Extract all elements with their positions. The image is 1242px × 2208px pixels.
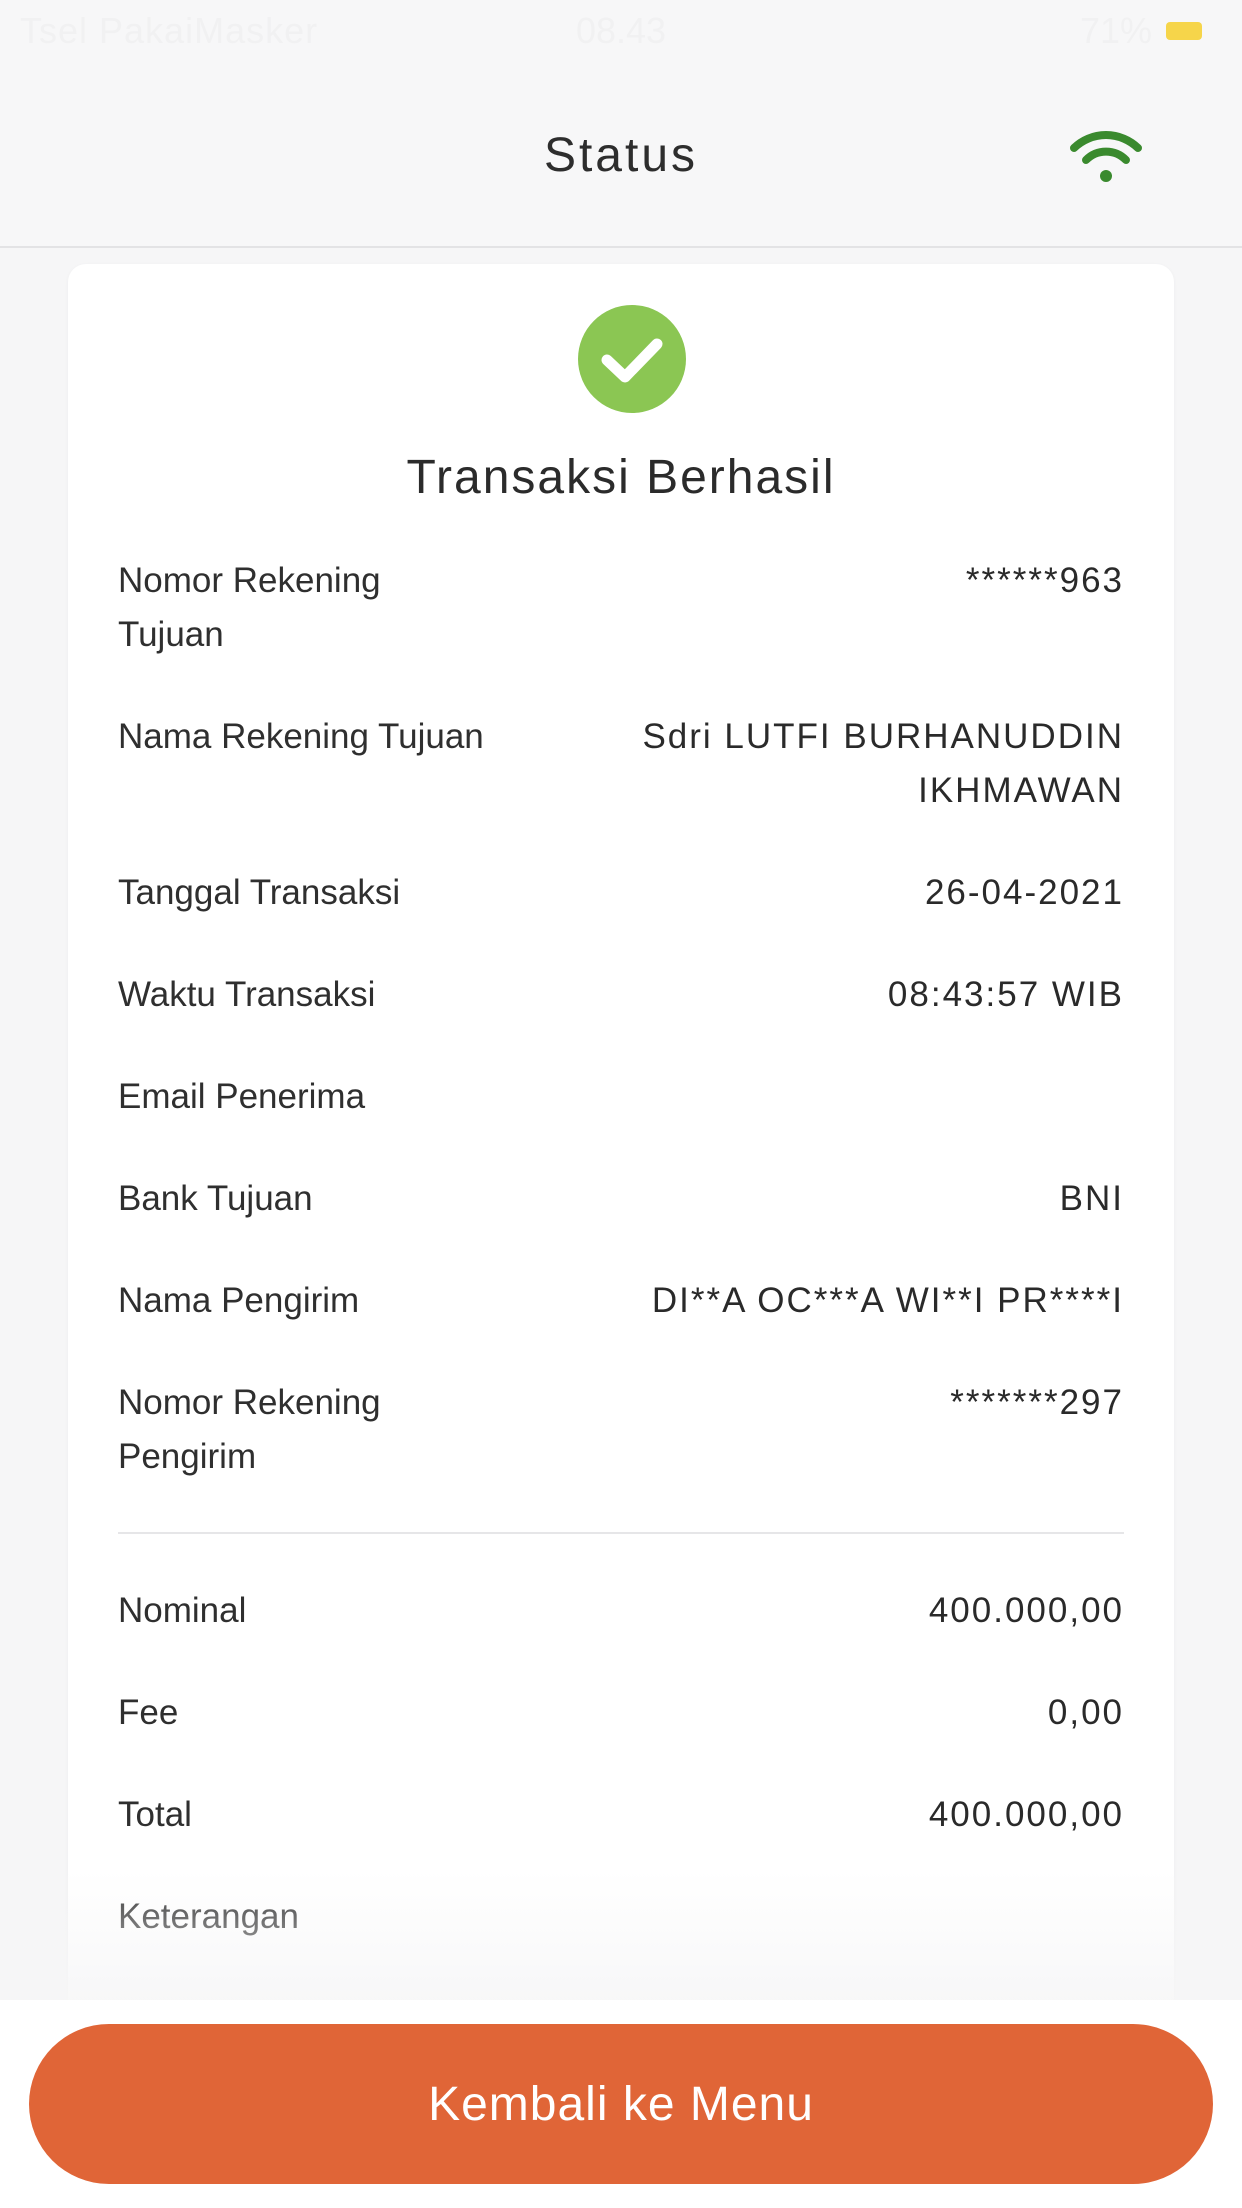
detail-value: 08:43:57 WIB: [887, 975, 1124, 1014]
detail-row-sender-account: Nomor Rekening Pengirim *******297: [118, 1376, 1124, 1484]
detail-row-transaction-time: Waktu Transaksi 08:43:57 WIB: [118, 968, 1124, 1022]
status-bar: Tsel PakaiMasker 08.43 71%: [0, 0, 1242, 60]
check-circle-icon: [578, 305, 686, 413]
detail-value: *******297: [950, 1383, 1124, 1422]
status-time: 08.43: [575, 10, 667, 51]
detail-row-destination-name: Nama Rekening Tujuan Sdri LUTFI BURHANUD…: [118, 710, 1124, 818]
summary-value: 400.000,00: [928, 1591, 1124, 1630]
header: Status: [0, 60, 1242, 248]
divider: [118, 1532, 1124, 1534]
detail-label: Nomor Rekening Pengirim: [118, 1383, 381, 1476]
summary-label: Total: [118, 1795, 192, 1834]
detail-value: DI**A OC***A WI**I PR****I: [651, 1281, 1124, 1320]
status-right: 71%: [1080, 10, 1202, 52]
footer: Kembali ke Menu: [0, 2000, 1242, 2208]
summary-row-total: Total 400.000,00: [118, 1788, 1124, 1842]
summary-label: Nominal: [118, 1591, 247, 1630]
summary-label: Fee: [118, 1693, 179, 1732]
summary-row-note: Keterangan: [118, 1890, 1124, 1944]
wifi-icon: [1070, 131, 1142, 182]
summary-value: 400.000,00: [928, 1795, 1124, 1834]
summary-row-fee: Fee 0,00: [118, 1686, 1124, 1740]
detail-value: 26-04-2021: [924, 873, 1124, 912]
detail-row-sender-name: Nama Pengirim DI**A OC***A WI**I PR****I: [118, 1274, 1124, 1328]
detail-row-transaction-date: Tanggal Transaksi 26-04-2021: [118, 866, 1124, 920]
detail-label: Tanggal Transaksi: [118, 873, 401, 912]
summary-row-nominal: Nominal 400.000,00: [118, 1584, 1124, 1638]
transaction-status-title: Transaksi Berhasil: [406, 451, 836, 504]
detail-value: BNI: [1059, 1179, 1124, 1218]
detail-label: Waktu Transaksi: [118, 975, 376, 1014]
summary-label: Keterangan: [118, 1897, 299, 1936]
detail-value: [564, 1070, 1124, 1124]
detail-label: Nomor Rekening Tujuan: [118, 561, 381, 654]
summary-value: [564, 1890, 1124, 1944]
detail-row-destination-bank: Bank Tujuan BNI: [118, 1172, 1124, 1226]
detail-row-destination-account: Nomor Rekening Tujuan ******963: [118, 554, 1124, 662]
detail-label: Nama Pengirim: [118, 1281, 360, 1320]
transaction-card: Transaksi Berhasil Nomor Rekening Tujuan…: [68, 264, 1174, 2014]
detail-label: Email Penerima: [118, 1077, 366, 1116]
detail-value: ******963: [965, 561, 1124, 600]
detail-label: Nama Rekening Tujuan: [118, 717, 484, 756]
battery-icon: [1166, 22, 1202, 40]
back-to-menu-button[interactable]: Kembali ke Menu: [29, 2024, 1213, 2184]
detail-label: Bank Tujuan: [118, 1179, 313, 1218]
detail-value: Sdri LUTFI BURHANUDDIN IKHMAWAN: [642, 717, 1124, 810]
summary-value: 0,00: [1047, 1693, 1124, 1732]
detail-row-recipient-email: Email Penerima: [118, 1070, 1124, 1124]
battery-percent: 71%: [1079, 10, 1152, 51]
page-title: Status: [543, 129, 699, 182]
